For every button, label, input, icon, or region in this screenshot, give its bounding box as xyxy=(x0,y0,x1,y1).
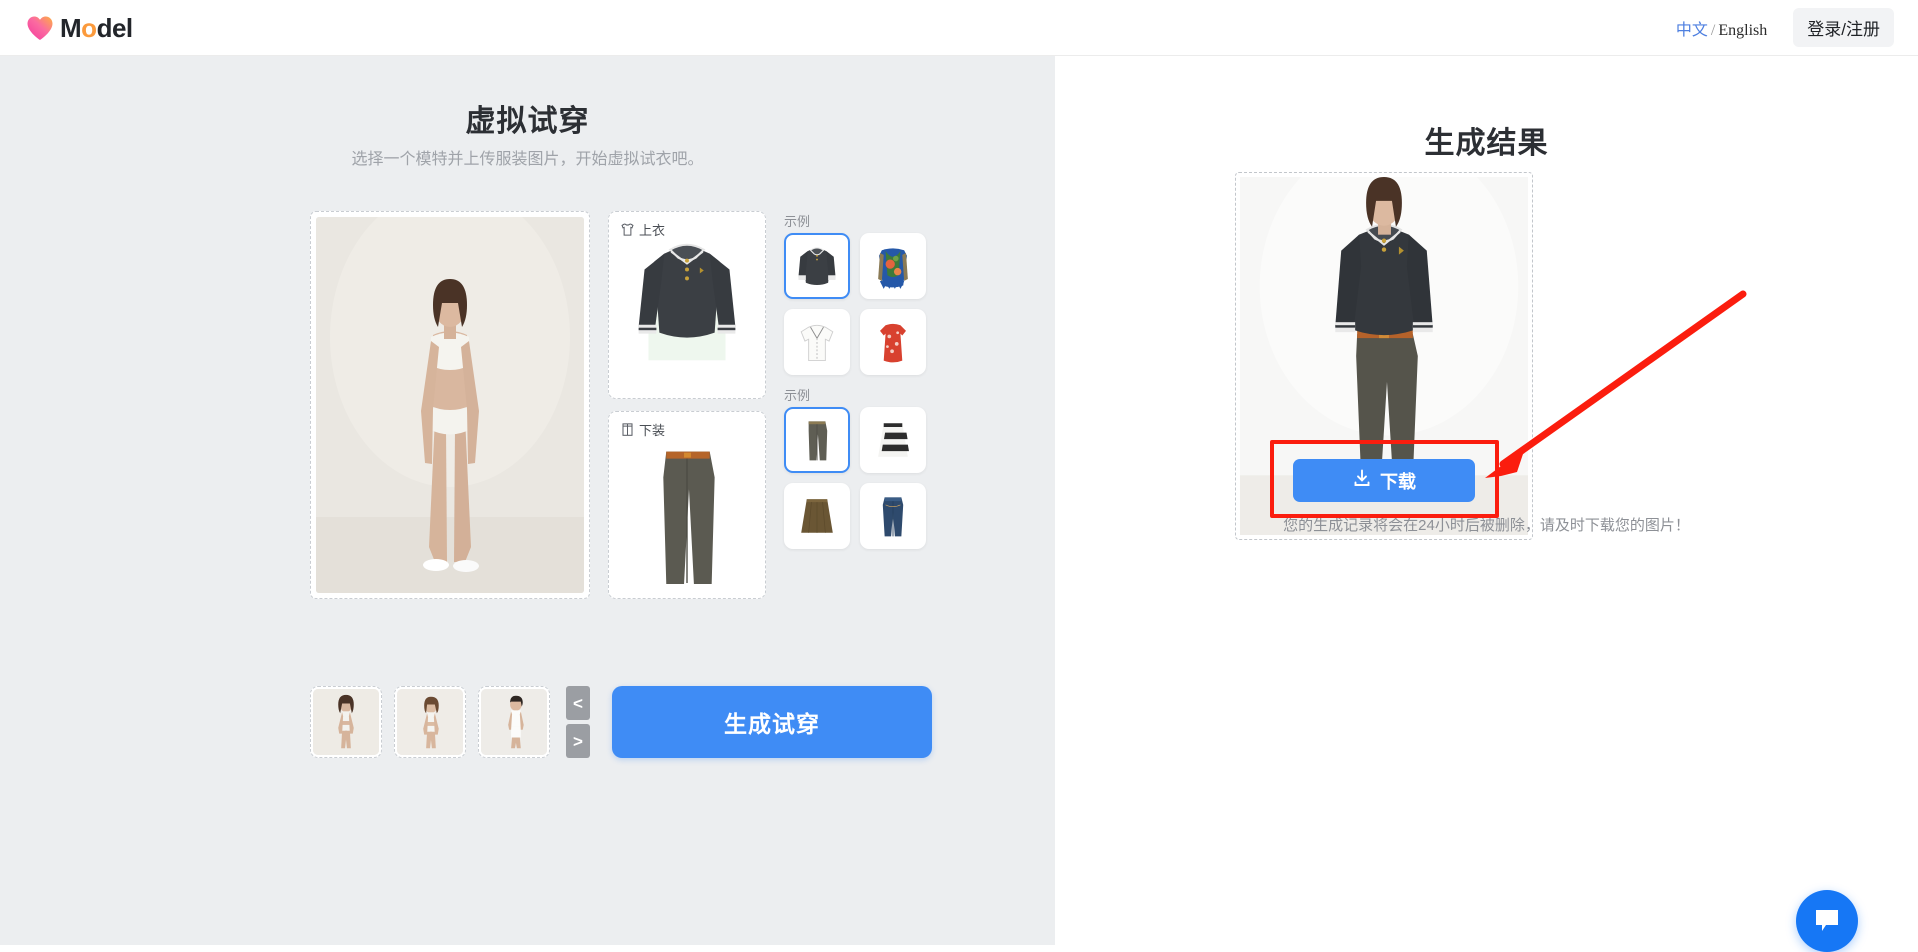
example-group-tops-label: 示例 xyxy=(784,214,811,229)
model-image xyxy=(316,217,584,593)
slot-label-top: 上衣 xyxy=(615,218,671,241)
download-icon xyxy=(1352,468,1372,493)
example-top-4-art xyxy=(867,316,919,368)
header-right-group: 中文 / English 登录/注册 xyxy=(1676,8,1894,47)
generate-tryon-button[interactable]: 生成试穿 xyxy=(612,686,932,758)
language-switcher[interactable]: 中文 / English xyxy=(1676,16,1767,40)
model-thumb-3[interactable] xyxy=(478,686,550,758)
logo-text: Model xyxy=(60,12,133,43)
example-top-white-short-sleeve-shirt[interactable] xyxy=(784,309,850,375)
example-bottom-gray-wide-leg-trousers[interactable] xyxy=(784,407,850,473)
upload-slot-top[interactable]: 上衣 xyxy=(608,211,766,399)
carousel-arrows: < > xyxy=(566,686,590,758)
garment-slots: 上衣 下装 xyxy=(608,211,766,631)
carousel-next-button[interactable]: > xyxy=(566,724,590,758)
example-group-tops: 示例 xyxy=(784,211,926,375)
login-register-button[interactable]: 登录/注册 xyxy=(1793,8,1894,47)
example-bottom-blue-denim-jeans[interactable] xyxy=(860,483,926,549)
retention-notice: 您的生成记录将会在24小时后被删除，请及时下载您的图片！ xyxy=(1283,517,1690,534)
page-stage: 虚拟试穿 选择一个模特并上传服装图片，开始虚拟试衣吧。 上衣 下装 示例 示例 … xyxy=(0,56,1918,952)
model-thumb-2[interactable] xyxy=(394,686,466,758)
page-subtitle: 选择一个模特并上传服装图片，开始虚拟试衣吧。 xyxy=(351,151,704,168)
top-garment-icon xyxy=(620,222,635,237)
chat-bubble-icon xyxy=(1812,906,1842,937)
model-thumb-2-image xyxy=(397,689,463,755)
example-top-red-floral-dress[interactable] xyxy=(860,309,926,375)
example-grid-tops xyxy=(784,233,926,375)
download-button[interactable]: 下载 xyxy=(1293,459,1475,502)
slot-label-bottom: 下装 xyxy=(615,418,671,441)
chat-support-button[interactable] xyxy=(1796,890,1858,952)
example-bottom-3-art xyxy=(791,490,843,542)
model-thumb-1[interactable] xyxy=(310,686,382,758)
example-bottom-1-art xyxy=(791,414,843,466)
lang-chinese[interactable]: 中文 xyxy=(1676,22,1708,39)
tryon-panel: 虚拟试穿 选择一个模特并上传服装图片，开始虚拟试衣吧。 上衣 下装 示例 示例 … xyxy=(0,56,1055,945)
slot-label-top-text: 上衣 xyxy=(639,223,666,238)
lang-separator: / xyxy=(1710,21,1716,39)
example-bottom-brown-leather-skirt[interactable] xyxy=(784,483,850,549)
result-panel: 生成结果 下载 您的生成记录将会在24小时后被删除，请及时下载您的图片！ xyxy=(1055,56,1918,945)
example-pickers: 示例 示例 xyxy=(784,211,926,631)
example-group-bottoms-label: 示例 xyxy=(784,388,811,403)
upload-slot-bottom[interactable]: 下装 xyxy=(608,411,766,599)
download-button-label: 下载 xyxy=(1380,471,1416,492)
example-bottom-2-art xyxy=(867,414,919,466)
bottom-garment-icon xyxy=(620,422,635,437)
example-top-dark-polo-sweater[interactable] xyxy=(784,233,850,299)
app-header: Model 中文 / English 登录/注册 xyxy=(0,0,1918,56)
model-preview[interactable] xyxy=(310,211,590,599)
logo[interactable]: Model xyxy=(26,15,133,41)
model-thumbnail-carousel: < > xyxy=(310,686,590,758)
model-thumb-1-image xyxy=(313,689,379,755)
tryon-workspace: 上衣 下装 示例 示例 xyxy=(310,211,1000,631)
carousel-prev-button[interactable]: < xyxy=(566,686,590,720)
example-top-1-art xyxy=(791,240,843,292)
lang-english[interactable]: English xyxy=(1718,22,1767,39)
example-top-3-art xyxy=(791,316,843,368)
example-bottom-4-art xyxy=(867,490,919,542)
example-top-2-art xyxy=(867,240,919,292)
slot-label-bottom-text: 下装 xyxy=(639,423,666,438)
example-grid-bottoms xyxy=(784,407,926,549)
page-title: 虚拟试穿 xyxy=(465,105,590,138)
model-thumb-3-image xyxy=(481,689,547,755)
example-group-bottoms: 示例 xyxy=(784,385,926,549)
example-top-floral-knit-vest[interactable] xyxy=(860,233,926,299)
result-title: 生成结果 xyxy=(1424,127,1549,160)
example-bottom-black-white-striped-skirt[interactable] xyxy=(860,407,926,473)
heart-icon xyxy=(26,15,54,41)
